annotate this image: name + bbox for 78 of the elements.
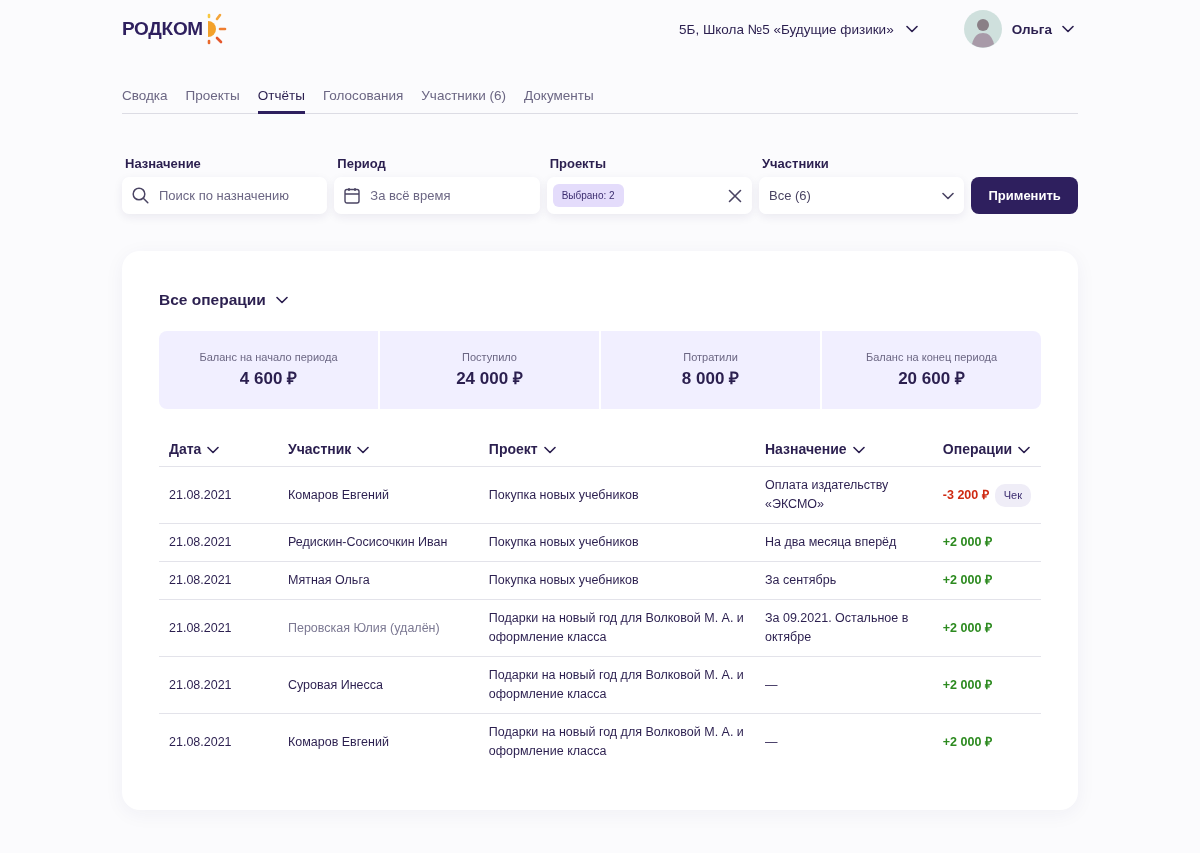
member-cell: Комаров Евгений [288, 734, 389, 749]
member-select[interactable]: Все (6) [759, 177, 965, 214]
school-name[interactable]: 5Б, Школа №5 «Будущие физики» [679, 21, 894, 37]
chevron-down-icon [275, 296, 288, 304]
stat-value: 24 000 ₽ [456, 368, 523, 389]
selection-chip: Выбрано: 2 [552, 184, 624, 207]
purpose-cell: За сентябрь [764, 573, 837, 587]
chevron-down-icon [852, 446, 865, 454]
date-cell: 21.08.2021 [169, 620, 232, 635]
column-header[interactable]: Проект [488, 441, 538, 457]
tab[interactable]: Проекты [185, 88, 240, 114]
chevron-down-icon [942, 191, 955, 200]
purpose-cell: — [764, 677, 778, 692]
project-cell: Покупка новых учебников [488, 535, 639, 549]
column-header[interactable]: Назначение [764, 441, 847, 457]
amount-cell-text: +2 000 ₽ [942, 572, 992, 589]
filter-label: Период [336, 156, 387, 171]
member-cell: Суровая Инесса [288, 677, 383, 692]
project-cell: Подарки на новый год для Волковой М. А. и оформление класса [488, 668, 744, 701]
tab[interactable]: Документы [524, 88, 594, 114]
avatar [963, 10, 1002, 48]
section-title[interactable]: Все операции [159, 291, 266, 309]
user-name[interactable]: Ольга [1011, 21, 1052, 37]
tab[interactable]: Отчёты [257, 88, 305, 114]
date-cell: 21.08.2021 [169, 535, 232, 549]
project-cell: Подарки на новый год для Волковой М. А. и оформление класса [488, 611, 744, 644]
amount-cell-text: -3 200 ₽ [942, 486, 989, 504]
chevron-down-icon [543, 446, 556, 454]
logo-text: РОДКОМ [122, 18, 203, 40]
date-field[interactable]: За всё время [334, 177, 540, 214]
project-cell: Покупка новых учебников [488, 573, 639, 587]
amount-cell-text: +2 000 ₽ [942, 676, 992, 694]
search-field[interactable]: Поиск по назначению [122, 177, 328, 214]
amount-cell-text: +2 000 ₽ [942, 733, 992, 751]
date-cell: 21.08.2021 [169, 487, 232, 502]
project-cell: Покупка новых учебников [488, 487, 639, 502]
amount-cell-text: +2 000 ₽ [942, 619, 992, 637]
project-select[interactable]: Выбрано: 2 [546, 177, 752, 214]
calendar-icon [344, 187, 361, 204]
chevron-down-icon [905, 25, 918, 33]
tab[interactable]: Голосования [322, 88, 404, 114]
date-cell: 21.08.2021 [169, 573, 232, 587]
member-cell: Перовская Юлия (удалён) [288, 620, 440, 635]
sun-rays-icon [205, 13, 228, 45]
date-cell: 21.08.2021 [169, 677, 232, 692]
member-cell: Мятная Ольга [288, 573, 370, 587]
stat-label: Поступило [462, 351, 517, 363]
filter-label: Назначение [124, 156, 202, 171]
stat-label: Баланс на конец периода [865, 351, 998, 363]
purpose-cell: На два месяца вперёд [764, 535, 897, 549]
purpose-cell: Оплата издательству «ЭКСМО» [764, 478, 889, 511]
chevron-down-icon [1018, 446, 1031, 454]
stat-value: 20 600 ₽ [898, 368, 965, 389]
search-icon [132, 187, 149, 204]
purpose-cell: За 09.2021. Остальное в октябре [764, 611, 909, 644]
date-cell: 21.08.2021 [169, 734, 232, 749]
column-header[interactable]: Операции [942, 441, 1013, 457]
member-cell: Комаров Евгений [288, 487, 389, 502]
filter-label: Проекты [548, 156, 608, 171]
purpose-cell: — [764, 734, 778, 749]
apply-button[interactable]: Применить [971, 177, 1078, 214]
filter-label: Участники [761, 156, 830, 171]
amount-cell-text: +2 000 ₽ [942, 534, 992, 551]
chevron-down-icon [1062, 25, 1074, 33]
chevron-down-icon [357, 446, 370, 454]
stat-value: 8 000 ₽ [681, 368, 740, 389]
stat-label: Баланс на начало периода [199, 351, 338, 363]
close-icon[interactable] [728, 188, 742, 203]
tab[interactable]: Сводка [122, 88, 168, 114]
member-cell: Редискин-Сосисочкин Иван [288, 535, 448, 549]
stat-value: 4 600 ₽ [239, 368, 298, 389]
column-header[interactable]: Дата [169, 441, 202, 457]
column-header[interactable]: Участник [288, 441, 352, 457]
tab[interactable]: Участники (6) [421, 88, 507, 114]
chevron-down-icon [207, 446, 220, 454]
stat-label: Потратили [683, 351, 738, 363]
project-cell: Подарки на новый год для Волковой М. А. и оформление класса [488, 725, 744, 758]
receipt-badge[interactable]: Чек [994, 483, 1031, 507]
